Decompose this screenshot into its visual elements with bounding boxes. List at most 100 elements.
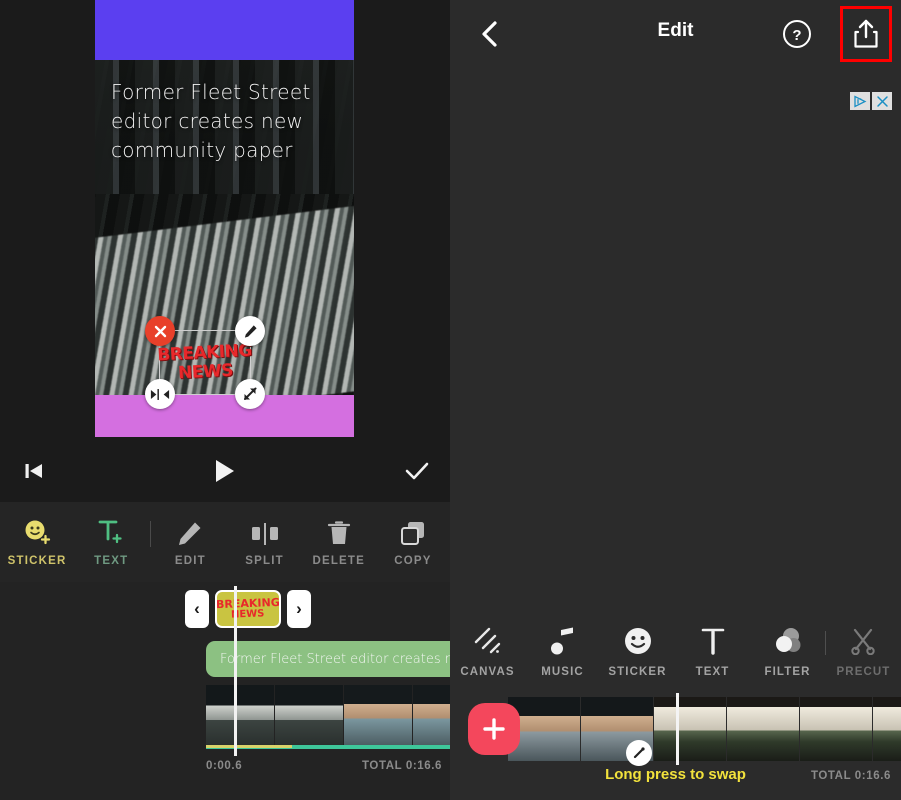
trash-icon: [327, 518, 351, 546]
tool-music[interactable]: MUSIC: [525, 616, 600, 688]
adchoices-info-button[interactable]: [850, 92, 870, 110]
sticker-delete-handle[interactable]: [145, 316, 175, 346]
play-button[interactable]: [209, 456, 239, 486]
filter-circles-icon: [773, 626, 803, 656]
right-total-time-label: TOTAL 0:16.6: [810, 770, 891, 782]
copy-icon: [400, 518, 426, 546]
video-preview-stage: Former Fleet Street editor creates new c…: [0, 0, 450, 440]
filmstrip-frame: [800, 697, 872, 761]
main-tool-row: CANVAS MUSIC STICKER TEXT FILTER PRECUT: [450, 616, 901, 688]
tool-text-label: TEXT: [94, 554, 129, 567]
flip-horizontal-icon: [150, 388, 170, 400]
question-mark-circle-icon: ?: [783, 20, 811, 48]
app-screen: Former Fleet Street editor creates new c…: [0, 0, 901, 800]
split-icon: [251, 518, 279, 546]
tool-music-label: MUSIC: [541, 666, 584, 678]
tool-text-main[interactable]: TEXT: [675, 616, 750, 688]
total-time-label: TOTAL 0:16.6: [362, 760, 443, 772]
sticker-flip-handle[interactable]: [145, 379, 175, 409]
filmstrip-frame: [654, 697, 726, 761]
tool-text-main-label: TEXT: [695, 666, 730, 678]
skip-back-icon: [25, 464, 42, 478]
add-clip-button[interactable]: [468, 703, 520, 755]
confirm-button[interactable]: [403, 457, 431, 485]
filmstrip-frame: [727, 697, 799, 761]
help-button[interactable]: ?: [782, 19, 812, 49]
text-t-icon: [699, 626, 727, 656]
tool-sticker-main[interactable]: STICKER: [600, 616, 675, 688]
tool-filter[interactable]: FILTER: [750, 616, 825, 688]
sticker-prev-button[interactable]: ‹: [185, 590, 209, 628]
tool-split-label: SPLIT: [245, 554, 284, 567]
tool-sticker-label: STICKER: [7, 554, 67, 567]
tool-canvas[interactable]: CANVAS: [450, 616, 525, 688]
left-playhead[interactable]: [234, 586, 237, 756]
current-time-label: 0:00.6: [206, 760, 243, 772]
plus-icon: [483, 718, 505, 740]
right-filmstrip[interactable]: [508, 697, 901, 761]
tool-sticker-main-label: STICKER: [608, 666, 667, 678]
left-timeline: ‹ BREAKING NEWS › Former Fleet Street ed…: [0, 582, 488, 800]
filmstrip-frame: [206, 685, 274, 749]
tool-precut-label: PRECUT: [836, 666, 891, 678]
check-icon: [405, 462, 429, 480]
text-clip[interactable]: Former Fleet Street editor creates ne: [206, 641, 488, 677]
tool-copy-label: COPY: [394, 554, 432, 567]
sticker-edit-handle[interactable]: [235, 316, 265, 346]
preview-caption-text: Former Fleet Street editor creates new c…: [111, 80, 311, 162]
clip-tool-row: STICKER TEXT EDIT SPLIT DELETE COPY: [0, 502, 450, 582]
pencil-icon: [177, 518, 203, 546]
scissors-icon: [849, 626, 877, 656]
filmstrip-frame: [873, 697, 901, 761]
tool-edit[interactable]: EDIT: [153, 502, 227, 582]
skip-to-start-button[interactable]: [22, 459, 46, 483]
left-editor-panel: Former Fleet Street editor creates new c…: [0, 0, 488, 800]
canvas-bottom-color-band: [95, 395, 354, 437]
left-filmstrip[interactable]: [206, 685, 488, 749]
adchoices-icon: [854, 94, 867, 108]
filmstrip-frame: [275, 685, 343, 749]
tool-delete[interactable]: DELETE: [302, 502, 376, 582]
canvas-hatch-icon: [473, 626, 503, 656]
canvas-top-color-band: [95, 0, 354, 60]
tool-filter-label: FILTER: [764, 666, 811, 678]
edit-header: Edit: [450, 0, 901, 68]
sticker-clip[interactable]: BREAKING NEWS: [215, 590, 281, 628]
text-clip-label: Former Fleet Street editor creates ne: [220, 651, 461, 667]
transition-icon: [633, 746, 645, 758]
tool-edit-label: EDIT: [174, 554, 206, 567]
sticker-track: ‹ BREAKING NEWS ›: [185, 589, 311, 629]
tool-sticker[interactable]: STICKER: [0, 502, 74, 582]
tool-delete-label: DELETE: [312, 554, 366, 567]
preview-playback-bar: [0, 440, 450, 502]
resize-diagonal-icon: [244, 387, 257, 400]
right-playhead[interactable]: [676, 693, 679, 765]
share-export-button[interactable]: [840, 6, 892, 62]
tool-copy[interactable]: COPY: [376, 502, 450, 582]
transition-button[interactable]: [626, 740, 652, 766]
smiley-plus-icon: [23, 518, 51, 546]
tool-divider: [150, 521, 152, 547]
tool-precut[interactable]: PRECUT: [826, 616, 901, 688]
smiley-icon: [623, 626, 653, 656]
close-icon: [876, 95, 888, 107]
share-export-icon: [854, 19, 878, 48]
play-icon: [216, 460, 234, 482]
sticker-range-strip: [206, 745, 292, 748]
tool-text[interactable]: TEXT: [74, 502, 148, 582]
selected-sticker-box[interactable]: BREAKING NEWS: [145, 316, 265, 409]
close-icon: [154, 325, 166, 337]
music-note-icon: [549, 626, 577, 656]
sticker-next-button[interactable]: ›: [287, 590, 311, 628]
adchoices-group[interactable]: [850, 92, 892, 110]
page-title: Edit: [657, 20, 694, 41]
filmstrip-frame: [344, 685, 412, 749]
text-plus-icon: [97, 518, 125, 546]
tool-split[interactable]: SPLIT: [227, 502, 301, 582]
tool-canvas-label: CANVAS: [460, 666, 515, 678]
sticker-line-2: NEWS: [177, 360, 234, 383]
ad-dismiss-button[interactable]: [872, 92, 892, 110]
sticker-resize-handle[interactable]: [235, 379, 265, 409]
svg-text:?: ?: [792, 27, 801, 44]
pencil-icon: [244, 324, 257, 338]
